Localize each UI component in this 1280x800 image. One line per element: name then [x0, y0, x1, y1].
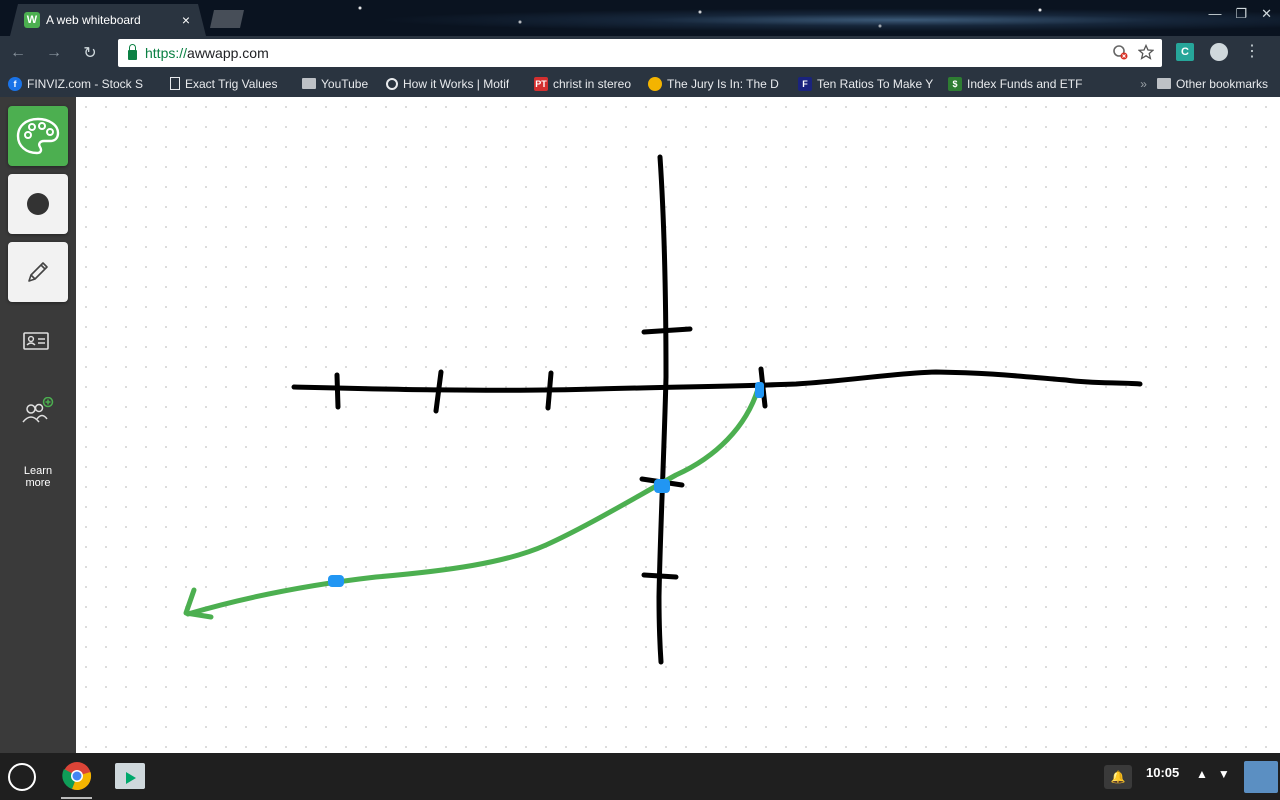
- back-arrow-icon[interactable]: ←: [0, 44, 36, 62]
- green-curve-stroke: [185, 386, 761, 617]
- finviz-favicon-icon: f: [8, 76, 22, 91]
- user-avatar[interactable]: [1244, 761, 1278, 793]
- drawing-layer: [183, 154, 1143, 665]
- pencil-icon: [28, 262, 48, 282]
- f-favicon-icon: F: [798, 76, 812, 91]
- os-shelf: 🔔 10:05 ▲ ▼: [0, 753, 1280, 800]
- palette-tool-button[interactable]: [8, 106, 68, 166]
- maximize-icon[interactable]: ❐: [1235, 6, 1247, 22]
- x-tick-mark: [334, 372, 341, 410]
- bookmark-christ-in-stereo[interactable]: PT christ in stereo: [534, 76, 634, 91]
- compass-extension-icon[interactable]: [1210, 43, 1228, 61]
- other-bookmarks[interactable]: Other bookmarks: [1156, 77, 1268, 91]
- y-tick-mark: [641, 326, 693, 335]
- wifi-icon: ▼: [1217, 767, 1230, 781]
- browser-toolbar: ← → ↻ https:// awwapp.com C ⋮: [0, 36, 1280, 70]
- awwapp-favicon-icon: W: [24, 12, 40, 28]
- x-tick-mark: [433, 369, 444, 414]
- whiteboard-canvas[interactable]: [76, 97, 1280, 753]
- blocked-content-icon[interactable]: [1112, 44, 1128, 60]
- new-tab-button[interactable]: [210, 10, 244, 28]
- bookmark-ten-ratios[interactable]: F Ten Ratios To Make Y: [798, 76, 934, 91]
- lock-icon: [128, 43, 137, 60]
- pt-favicon-icon: PT: [534, 76, 548, 91]
- reload-icon[interactable]: ↻: [72, 43, 108, 63]
- chrome-browser-icon[interactable]: [62, 761, 92, 791]
- palette-icon: [16, 117, 60, 155]
- system-tray[interactable]: ▲ ▼: [1196, 767, 1230, 781]
- bookmarks-bar: f FINVIZ.com - Stock S Exact Trig Values…: [0, 70, 1280, 97]
- folder-icon: [302, 78, 316, 89]
- extension-c-icon[interactable]: C: [1176, 43, 1194, 61]
- browser-tab-active[interactable]: W A web whiteboard ×: [10, 4, 206, 36]
- point-marker: [755, 382, 764, 398]
- brush-size-button[interactable]: [8, 174, 68, 234]
- learn-more-link[interactable]: Learn more: [0, 465, 76, 489]
- address-bar[interactable]: https:// awwapp.com: [118, 39, 1162, 67]
- bookmark-finviz[interactable]: f FINVIZ.com - Stock S: [8, 76, 156, 91]
- network-icon: ▲: [1196, 767, 1208, 781]
- window-controls: — ❐ ✕: [1208, 6, 1272, 22]
- dot-size-icon: [27, 193, 49, 215]
- pencil-tool-button[interactable]: [8, 242, 68, 302]
- face-favicon-icon: [648, 76, 662, 91]
- bookmark-youtube[interactable]: YouTube: [302, 77, 372, 91]
- invite-users-icon[interactable]: [20, 397, 56, 425]
- arrowhead-stroke: [183, 587, 214, 620]
- whiteboard-toolbar: Learn more: [0, 97, 76, 753]
- bookmark-jury[interactable]: The Jury Is In: The D: [648, 76, 784, 91]
- forward-arrow-icon[interactable]: →: [36, 44, 72, 62]
- tab-close-icon[interactable]: ×: [182, 12, 190, 28]
- id-card-icon[interactable]: [20, 331, 56, 351]
- browser-titlebar: W A web whiteboard × — ❐ ✕: [0, 0, 1280, 36]
- bookmark-trig[interactable]: Exact Trig Values: [170, 77, 288, 91]
- bookmark-star-icon[interactable]: [1138, 44, 1154, 60]
- notification-bell-icon[interactable]: 🔔: [1104, 765, 1132, 789]
- vertical-axis-stroke: [656, 154, 669, 665]
- launcher-icon[interactable]: [8, 763, 36, 791]
- bookmark-index-funds[interactable]: $ Index Funds and ETF: [948, 76, 1082, 91]
- browser-menu-icon[interactable]: ⋮: [1244, 44, 1260, 60]
- running-indicator: [61, 797, 92, 799]
- motif-favicon-icon: [386, 77, 398, 90]
- window-close-icon[interactable]: ✕: [1261, 6, 1272, 22]
- folder-icon: [1156, 78, 1171, 89]
- horizontal-axis-stroke: [291, 369, 1143, 393]
- page-icon: [170, 77, 180, 90]
- bookmark-motif[interactable]: How it Works | Motif: [386, 77, 520, 91]
- y-tick-mark: [641, 572, 679, 580]
- url-host: awwapp.com: [187, 45, 269, 61]
- point-marker: [328, 575, 344, 587]
- url-scheme: https://: [145, 45, 188, 61]
- play-store-icon[interactable]: [115, 763, 145, 789]
- x-tick-mark: [545, 370, 554, 411]
- minimize-icon[interactable]: —: [1208, 6, 1221, 22]
- tab-title: A web whiteboard: [46, 13, 141, 27]
- point-marker: [654, 479, 670, 493]
- system-clock[interactable]: 10:05: [1146, 765, 1179, 780]
- bookmarks-overflow-icon[interactable]: »: [1140, 77, 1147, 91]
- dollar-favicon-icon: $: [948, 76, 962, 91]
